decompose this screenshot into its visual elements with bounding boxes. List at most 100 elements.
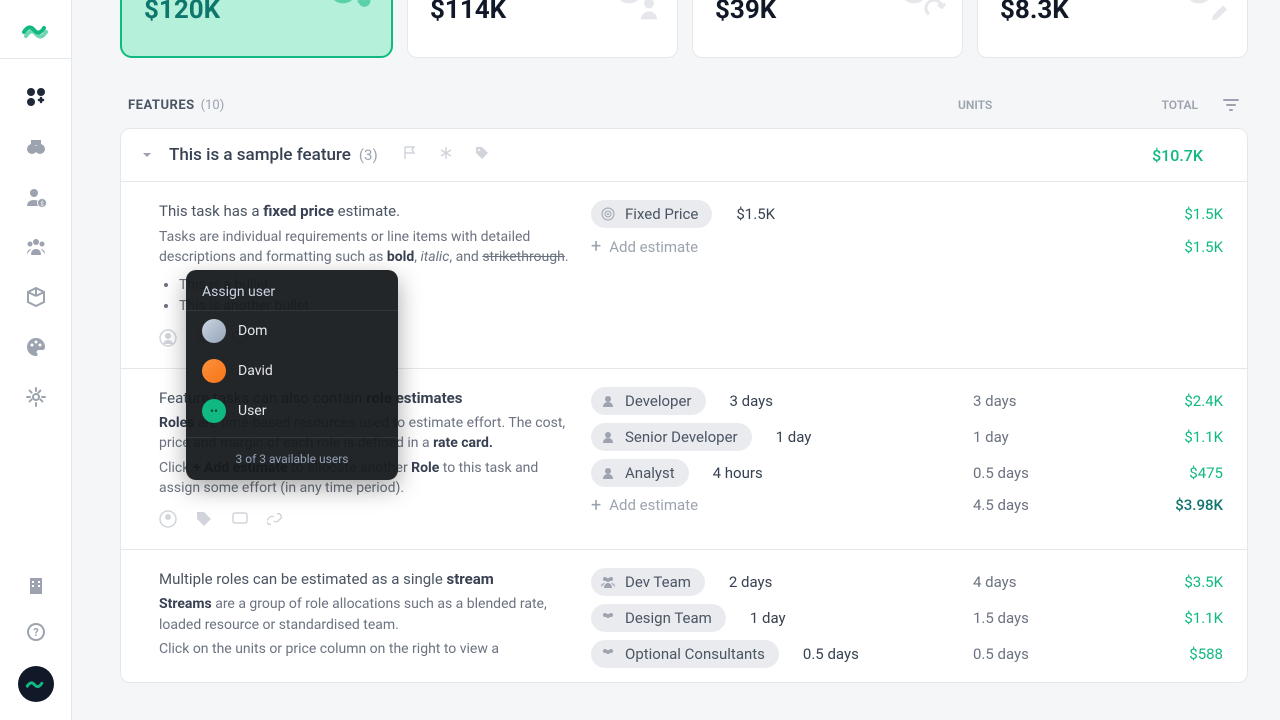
comment-icon bbox=[231, 510, 249, 528]
person-icon bbox=[599, 392, 617, 410]
building-icon bbox=[26, 576, 46, 596]
add-estimate-button[interactable]: +Add estimate bbox=[591, 236, 698, 257]
summary-card-2[interactable]: $114K $ bbox=[407, 0, 678, 58]
nav-dashboard[interactable] bbox=[24, 85, 48, 109]
user-option[interactable]: ••User bbox=[186, 391, 398, 431]
feature-title: This is a sample feature bbox=[169, 145, 351, 165]
expand-toggle[interactable] bbox=[141, 146, 157, 165]
stream-chip[interactable]: Dev Team bbox=[591, 568, 705, 596]
estimate-subtotal: $3.98K bbox=[1133, 496, 1223, 514]
estimate-amount[interactable]: 2 days bbox=[729, 573, 773, 591]
help-icon: ? bbox=[26, 622, 46, 642]
user-option[interactable]: David bbox=[186, 351, 398, 391]
nav-design[interactable] bbox=[24, 335, 48, 359]
estimate-amount[interactable]: 3 days bbox=[730, 392, 774, 410]
team-icon bbox=[599, 609, 617, 627]
nav-team[interactable] bbox=[24, 235, 48, 259]
team-icon bbox=[25, 236, 47, 258]
feature-row[interactable]: This is a sample feature (3) $10.7K bbox=[121, 129, 1247, 182]
estimate-total: $1.1K bbox=[1133, 609, 1223, 627]
filter-button[interactable] bbox=[1198, 96, 1240, 114]
estimate-amount[interactable]: 1 day bbox=[750, 609, 786, 627]
column-units: UNITS bbox=[958, 98, 1118, 112]
palette-icon bbox=[25, 336, 47, 358]
link-icon bbox=[267, 510, 285, 528]
estimate-units: 0.5 days bbox=[973, 645, 1133, 663]
assign-user-button[interactable] bbox=[159, 510, 177, 535]
role-chip[interactable]: Analyst bbox=[591, 459, 689, 487]
estimate-amount[interactable]: 4 hours bbox=[713, 464, 763, 482]
estimate-units: 0.5 days bbox=[973, 464, 1133, 482]
star-button[interactable] bbox=[438, 145, 454, 165]
feature-count: (3) bbox=[359, 146, 378, 164]
plus-icon: + bbox=[591, 495, 601, 516]
wave-logo-icon bbox=[22, 18, 50, 40]
card-value: $114K bbox=[430, 0, 506, 25]
logo[interactable] bbox=[0, 18, 71, 59]
task-estimates: Dev Team 2 days 4 days $3.5K Design Team 1… bbox=[591, 568, 1227, 668]
role-chip[interactable]: Senior Developer bbox=[591, 423, 752, 451]
avatar bbox=[202, 359, 226, 383]
plus-icon: + bbox=[591, 236, 601, 257]
estimate-amount[interactable]: 1 day bbox=[776, 428, 812, 446]
nav-org[interactable] bbox=[24, 574, 48, 598]
flag-icon bbox=[402, 145, 418, 161]
chevron-down-icon bbox=[141, 149, 153, 161]
target-icon bbox=[599, 205, 617, 223]
person-money-icon: $ bbox=[25, 186, 47, 208]
estimate-amount[interactable]: 0.5 days bbox=[803, 645, 859, 663]
person-icon bbox=[599, 428, 617, 446]
nav-settings[interactable] bbox=[24, 385, 48, 409]
popover-footer: 3 of 3 available users bbox=[186, 437, 398, 470]
flag-button[interactable] bbox=[402, 145, 418, 165]
avatar: •• bbox=[202, 399, 226, 423]
features-count: (10) bbox=[201, 98, 225, 113]
nav-people-money[interactable]: $ bbox=[24, 185, 48, 209]
stream-chip[interactable]: Design Team bbox=[591, 604, 726, 632]
nav-package[interactable] bbox=[24, 285, 48, 309]
column-total: TOTAL bbox=[1118, 98, 1198, 112]
estimate-total: $588 bbox=[1133, 645, 1223, 663]
task-description: Multiple roles can be estimated as a sin… bbox=[159, 568, 591, 668]
nav-help[interactable]: ? bbox=[24, 620, 48, 644]
summary-card-4[interactable]: $8.3K $ bbox=[977, 0, 1248, 58]
estimate-amount[interactable]: $1.5K bbox=[736, 205, 775, 223]
estimate-units: 1 day bbox=[973, 428, 1133, 446]
tag-action[interactable] bbox=[195, 510, 213, 535]
binoculars-icon bbox=[25, 136, 47, 158]
estimate-units: 4 days bbox=[973, 573, 1133, 591]
link-action[interactable] bbox=[267, 510, 285, 535]
card-value: $120K bbox=[144, 0, 220, 25]
estimate-chip[interactable]: Fixed Price bbox=[591, 200, 712, 228]
card-value: $8.3K bbox=[1000, 0, 1069, 25]
tag-icon bbox=[195, 510, 213, 528]
comment-action[interactable] bbox=[231, 510, 249, 535]
assign-user-button[interactable] bbox=[159, 329, 177, 354]
grid-icon bbox=[25, 86, 47, 108]
wave-logo-icon bbox=[25, 676, 47, 692]
user-avatar[interactable] bbox=[18, 666, 54, 702]
user-option[interactable]: Dom bbox=[186, 311, 398, 351]
role-chip[interactable]: Developer bbox=[591, 387, 706, 415]
summary-card-3[interactable]: $39K $ bbox=[692, 0, 963, 58]
asterisk-icon bbox=[438, 145, 454, 161]
task-estimates: Fixed Price $1.5K $1.5K +Add estimate $1… bbox=[591, 200, 1227, 354]
estimate-total: $3.5K bbox=[1133, 573, 1223, 591]
team-icon bbox=[599, 573, 617, 591]
nav-search[interactable] bbox=[24, 135, 48, 159]
summary-cards: $120K $ $114K $ $39K $ $8.3K $ bbox=[120, 0, 1248, 58]
estimate-subtotal: $1.5K bbox=[1133, 238, 1223, 256]
task-row: Multiple roles can be estimated as a sin… bbox=[121, 550, 1247, 682]
svg-text:?: ? bbox=[33, 626, 39, 639]
add-estimate-button[interactable]: +Add estimate bbox=[591, 495, 698, 516]
summary-card-1[interactable]: $120K $ bbox=[120, 0, 393, 58]
tag-button[interactable] bbox=[474, 145, 490, 165]
features-title: FEATURES bbox=[128, 98, 195, 113]
money-edit-icon: $ bbox=[1179, 0, 1233, 27]
estimate-total: $2.4K bbox=[1133, 392, 1223, 410]
stream-chip[interactable]: Optional Consultants bbox=[591, 640, 779, 668]
estimate-total: $1.1K bbox=[1133, 428, 1223, 446]
feature-total: $10.7K bbox=[1113, 146, 1203, 165]
money-person-icon: $ bbox=[609, 0, 663, 27]
money-wrench-icon: $ bbox=[323, 0, 377, 27]
